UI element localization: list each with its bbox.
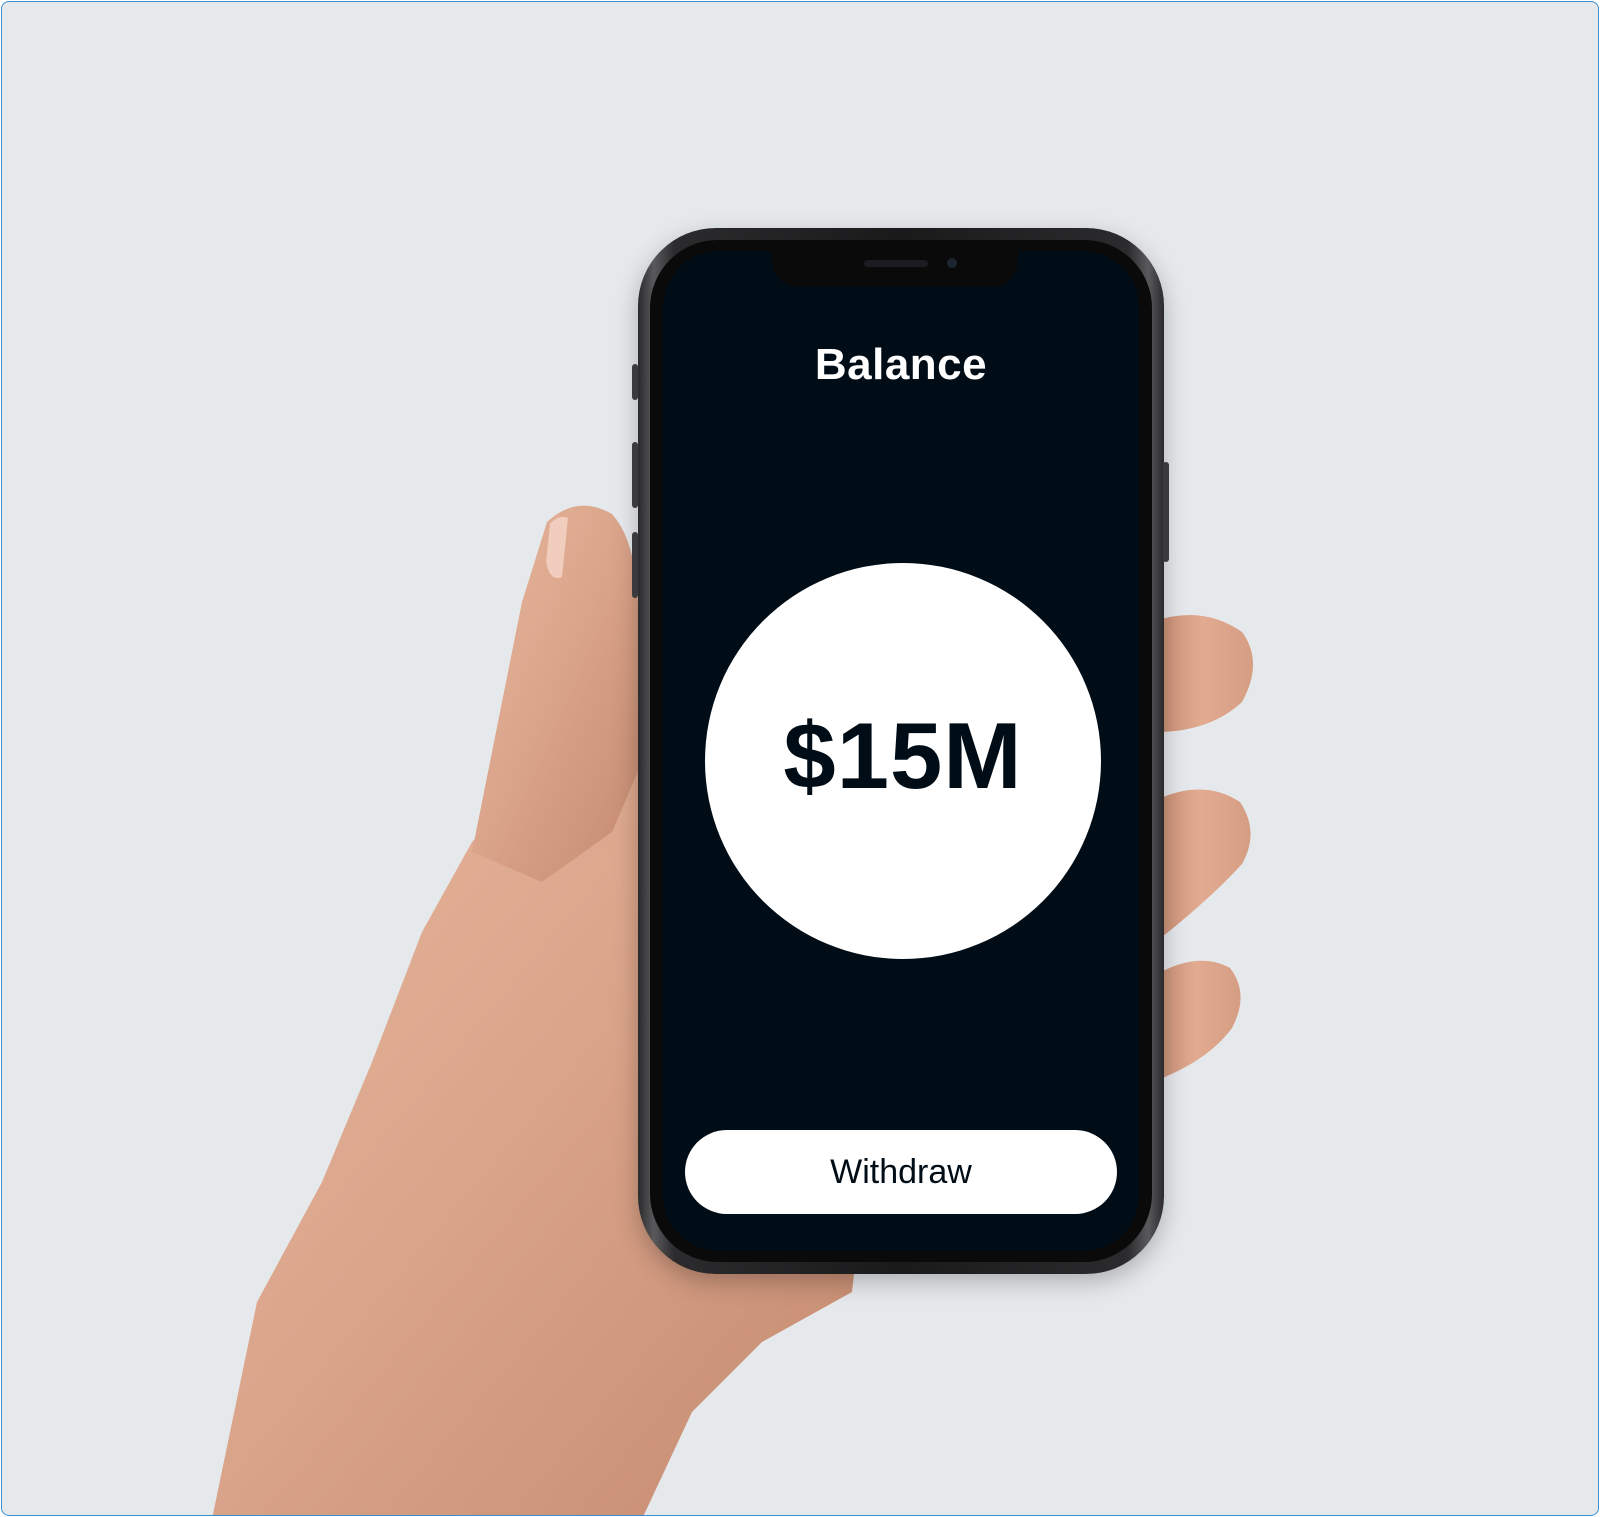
finger-2 [1152,789,1251,937]
volume-up-button [632,442,638,508]
withdraw-button[interactable]: Withdraw [685,1130,1117,1214]
page-title: Balance [814,340,988,389]
front-camera [947,258,957,268]
phone-notch [772,251,1018,287]
page-background: Balance $15M Withdraw [1,1,1599,1516]
balance-amount: $15M [783,703,1023,808]
volume-down-button [632,532,638,598]
speaker-grille [864,260,928,267]
balance-circle: $15M [705,563,1101,959]
finger-1 [1152,614,1253,732]
finger-3 [1152,960,1241,1082]
power-button [1163,462,1169,562]
mute-switch [632,364,638,400]
